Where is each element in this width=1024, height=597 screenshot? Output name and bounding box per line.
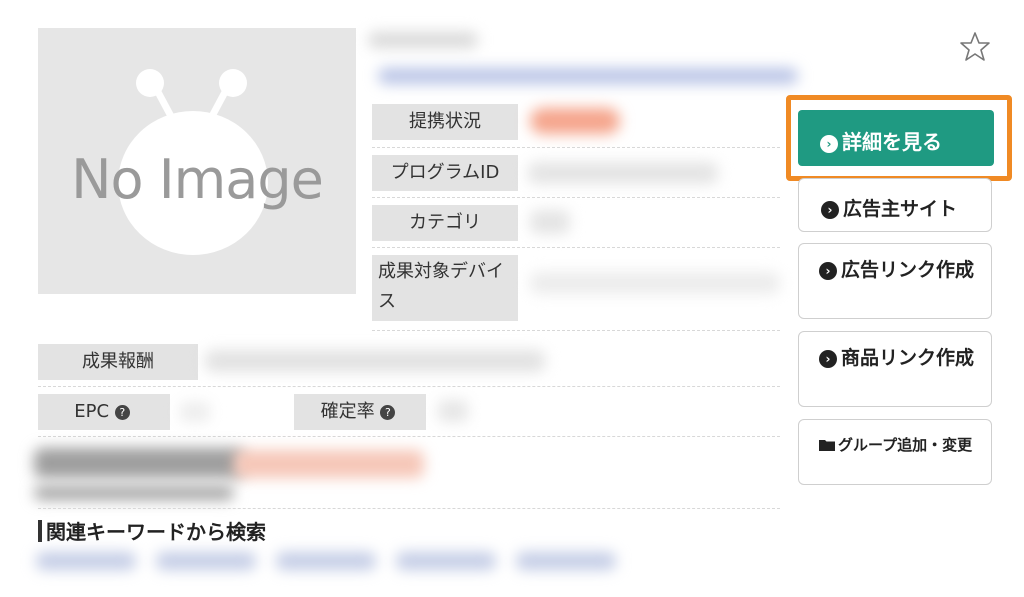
program-title-area <box>368 26 798 96</box>
no-image-placeholder: No Image <box>38 28 356 294</box>
reward-value <box>205 350 545 372</box>
help-icon[interactable]: ? <box>114 404 130 420</box>
chevron-right-icon: › <box>821 200 839 219</box>
category-value <box>530 210 570 234</box>
keyword-tag[interactable] <box>36 552 136 570</box>
program-description-area <box>34 442 434 506</box>
chevron-right-icon: › <box>819 349 837 368</box>
program-id-value <box>528 162 718 184</box>
keyword-tag[interactable] <box>516 552 616 570</box>
keyword-tag[interactable] <box>156 552 256 570</box>
device-value <box>530 272 780 294</box>
keyword-tag[interactable] <box>276 552 376 570</box>
no-image-text: No Image <box>71 148 324 211</box>
chevron-right-icon: › <box>819 261 837 280</box>
status-value <box>530 108 620 134</box>
program-id-label: プログラムID <box>372 155 518 191</box>
create-product-link-button[interactable]: › 商品リンク作成 <box>798 331 992 407</box>
device-label: 成果対象デバイス <box>372 255 518 321</box>
favorite-star-icon[interactable] <box>958 30 992 64</box>
chevron-right-icon: › <box>820 134 838 153</box>
category-label: カテゴリ <box>372 205 518 241</box>
keyword-search-heading: 関連キーワードから検索 <box>38 516 266 545</box>
reward-label: 成果報酬 <box>38 344 198 380</box>
folder-icon <box>819 440 835 451</box>
create-ad-link-button[interactable]: › 広告リンク作成 <box>798 243 992 319</box>
advertiser-site-button[interactable]: › 広告主サイト <box>798 178 992 232</box>
status-label: 提携状況 <box>372 104 518 140</box>
keyword-tag[interactable] <box>396 552 496 570</box>
confirm-rate-label: 確定率 ? <box>294 394 426 430</box>
group-add-change-button[interactable]: グループ追加・変更 <box>798 419 992 485</box>
confirm-rate-value <box>438 400 468 422</box>
epc-label: EPC ? <box>38 394 170 430</box>
view-details-button[interactable]: › 詳細を見る <box>798 110 994 166</box>
epc-value <box>180 402 210 422</box>
help-icon[interactable]: ? <box>380 404 396 420</box>
keyword-tags <box>36 546 616 576</box>
